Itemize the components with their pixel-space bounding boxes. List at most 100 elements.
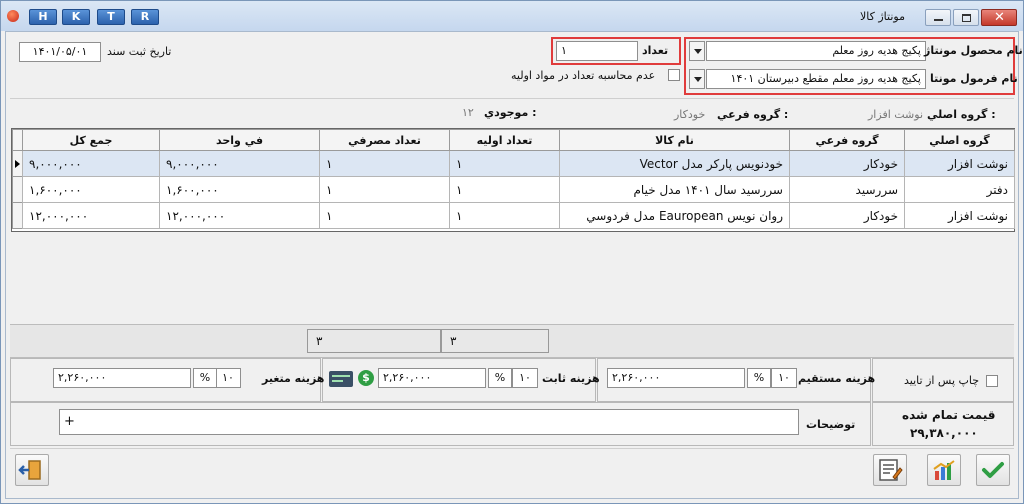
- quick-button-h[interactable]: H: [29, 9, 57, 25]
- notes-label: توضيحات: [806, 418, 856, 431]
- cell-unit-price[interactable]: ۱,۶۰۰,۰۰۰: [159, 176, 320, 203]
- main-group-value: نوشت افزار: [868, 108, 924, 121]
- variable-cost-amount[interactable]: ۲,۲۶۰,۰۰۰: [53, 368, 191, 388]
- table-row[interactable]: نوشت افزار خودکار خودنويس پارکر مدل Vect…: [12, 150, 1015, 177]
- close-icon: ✕: [994, 10, 1005, 25]
- items-grid[interactable]: گروه اصلي گروه فرعي نام کالا تعداد اوليه…: [11, 128, 1015, 232]
- exit-icon: [18, 460, 41, 480]
- cell-used-qty[interactable]: ۱: [319, 150, 450, 177]
- money-card-icon[interactable]: [329, 371, 353, 387]
- quick-button-t[interactable]: T: [97, 9, 125, 25]
- table-row[interactable]: دفتر سررسيد سررسيد سال ۱۴۰۱ مدل خيام ۱ ۱…: [12, 176, 1015, 203]
- cell-item-name[interactable]: سررسيد سال ۱۴۰۱ مدل خيام: [559, 176, 790, 203]
- col-header-total[interactable]: جمع کل: [22, 129, 160, 151]
- formula-label: نام فرمول مونتا: [930, 72, 1018, 85]
- quick-button-k[interactable]: K: [62, 9, 90, 25]
- print-after-confirm-label: چاپ پس از تاييد: [904, 374, 980, 387]
- formula-field[interactable]: پکيج هديه روز معلم مقطع دبيرستان ۱۴۰۱: [706, 69, 926, 89]
- cell-total[interactable]: ۱,۶۰۰,۰۰۰: [22, 176, 160, 203]
- sub-group-label: گروه فرعي :: [717, 108, 789, 121]
- current-row-arrow-icon: [15, 159, 20, 168]
- chart-icon: [933, 460, 955, 480]
- sub-group-value: خودکار: [674, 108, 706, 121]
- main-group-label: گروه اصلي :: [927, 108, 996, 121]
- cell-initial-qty[interactable]: ۱: [449, 150, 560, 177]
- cell-unit-price[interactable]: ۹,۰۰۰,۰۰۰: [159, 150, 320, 177]
- cell-main-group[interactable]: نوشت افزار: [904, 202, 1015, 229]
- notes-edit-icon: [879, 459, 903, 481]
- col-header-sub-group[interactable]: گروه فرعي: [789, 129, 905, 151]
- col-header-item-name[interactable]: نام کالا: [559, 129, 790, 151]
- main-window: H K T R مونتاژ کالا ✕ ۱۴۰۱/۰۵/۰۱ تاريخ ث…: [0, 0, 1024, 504]
- cell-item-name[interactable]: روان نويس Eauropean مدل فردوسي: [559, 202, 790, 229]
- cell-main-group[interactable]: نوشت افزار: [904, 150, 1015, 177]
- report-chart-button[interactable]: [927, 454, 961, 486]
- maximize-button[interactable]: [953, 9, 979, 26]
- doc-date-field[interactable]: ۱۴۰۱/۰۵/۰۱: [19, 42, 101, 62]
- table-row[interactable]: نوشت افزار خودکار روان نويس Eauropean مد…: [12, 202, 1015, 229]
- col-header-unit-price[interactable]: في واحد: [159, 129, 320, 151]
- variable-cost-pct[interactable]: ۱۰: [215, 368, 241, 388]
- cell-sub-group[interactable]: سررسيد: [789, 176, 905, 203]
- app-icon: [7, 10, 19, 22]
- print-after-confirm-checkbox[interactable]: [986, 375, 998, 387]
- cell-sub-group[interactable]: خودکار: [789, 150, 905, 177]
- formula-dropdown-button[interactable]: [689, 69, 705, 89]
- notes-field[interactable]: +: [59, 409, 799, 435]
- initial-qty-total: ۳: [441, 329, 549, 353]
- cell-used-qty[interactable]: ۱: [319, 176, 450, 203]
- minimize-button[interactable]: [925, 9, 951, 26]
- direct-cost-pct-sign: %: [747, 368, 771, 388]
- direct-cost-pct[interactable]: ۱۰: [771, 368, 797, 388]
- col-header-main-group[interactable]: گروه اصلي: [904, 129, 1015, 151]
- cell-total[interactable]: ۱۲,۰۰۰,۰۰۰: [22, 202, 160, 229]
- cell-total[interactable]: ۹,۰۰۰,۰۰۰: [22, 150, 160, 177]
- header-divider: [10, 98, 1014, 99]
- cell-initial-qty[interactable]: ۱: [449, 202, 560, 229]
- close-button[interactable]: ✕: [981, 9, 1017, 26]
- fixed-cost-label: هزينه ثابت: [542, 372, 600, 385]
- product-dropdown-button[interactable]: [689, 41, 705, 61]
- quantity-label: تعداد: [642, 44, 669, 57]
- dollar-coin-icon[interactable]: $: [358, 370, 374, 386]
- col-header-used-qty[interactable]: تعداد مصرفي: [319, 129, 450, 151]
- variable-cost-pct-sign: %: [193, 368, 217, 388]
- product-field[interactable]: پکيج هديه روز معلم: [706, 41, 926, 61]
- title-bar: H K T R مونتاژ کالا ✕: [1, 1, 1023, 31]
- row-indicator: [12, 202, 23, 229]
- grid-header-row: گروه اصلي گروه فرعي نام کالا تعداد اوليه…: [12, 129, 1015, 151]
- checkmark-icon: [982, 462, 1004, 478]
- quantity-field[interactable]: ۱: [556, 41, 638, 61]
- minimize-icon: [934, 19, 943, 21]
- cell-main-group[interactable]: دفتر: [904, 176, 1015, 203]
- form-body: ۱۴۰۱/۰۵/۰۱ تاريخ ثبت سند ۱ تعداد پکيج هد…: [5, 31, 1023, 499]
- row-indicator: [12, 176, 23, 203]
- quick-button-r[interactable]: R: [131, 9, 159, 25]
- col-header-indicator: [12, 129, 23, 151]
- confirm-button[interactable]: [976, 454, 1010, 486]
- cell-unit-price[interactable]: ۱۲,۰۰۰,۰۰۰: [159, 202, 320, 229]
- used-qty-total: ۳: [307, 329, 441, 353]
- fixed-cost-amount[interactable]: ۲,۲۶۰,۰۰۰: [378, 368, 486, 388]
- product-label: نام محصول مونتاژ: [924, 44, 1023, 57]
- doc-date-label: تاريخ ثبت سند: [107, 45, 172, 58]
- fixed-cost-pct-sign: %: [488, 368, 512, 388]
- cell-sub-group[interactable]: خودکار: [789, 202, 905, 229]
- direct-cost-label: هزينه مستقيم: [798, 372, 876, 385]
- no-calc-label: عدم محاسبه تعداد در مواد اوليه: [511, 69, 656, 82]
- cell-used-qty[interactable]: ۱: [319, 202, 450, 229]
- finished-price-value: ۲۹,۳۸۰,۰۰۰: [910, 426, 978, 440]
- window-title: مونتاژ کالا: [860, 10, 905, 23]
- exit-button[interactable]: [15, 454, 49, 486]
- fixed-cost-pct[interactable]: ۱۰: [512, 368, 538, 388]
- notes-edit-button[interactable]: [873, 454, 907, 486]
- direct-cost-amount[interactable]: ۲,۲۶۰,۰۰۰: [607, 368, 745, 388]
- row-indicator: [12, 150, 23, 177]
- cell-item-name[interactable]: خودنويس پارکر مدل Vector: [559, 150, 790, 177]
- cell-initial-qty[interactable]: ۱: [449, 176, 560, 203]
- bottom-divider: [10, 448, 1014, 449]
- stock-value: ۱۲: [462, 106, 474, 119]
- no-calc-checkbox[interactable]: [668, 69, 680, 81]
- variable-cost-label: هزينه متغير: [262, 372, 325, 385]
- col-header-initial-qty[interactable]: تعداد اوليه: [449, 129, 560, 151]
